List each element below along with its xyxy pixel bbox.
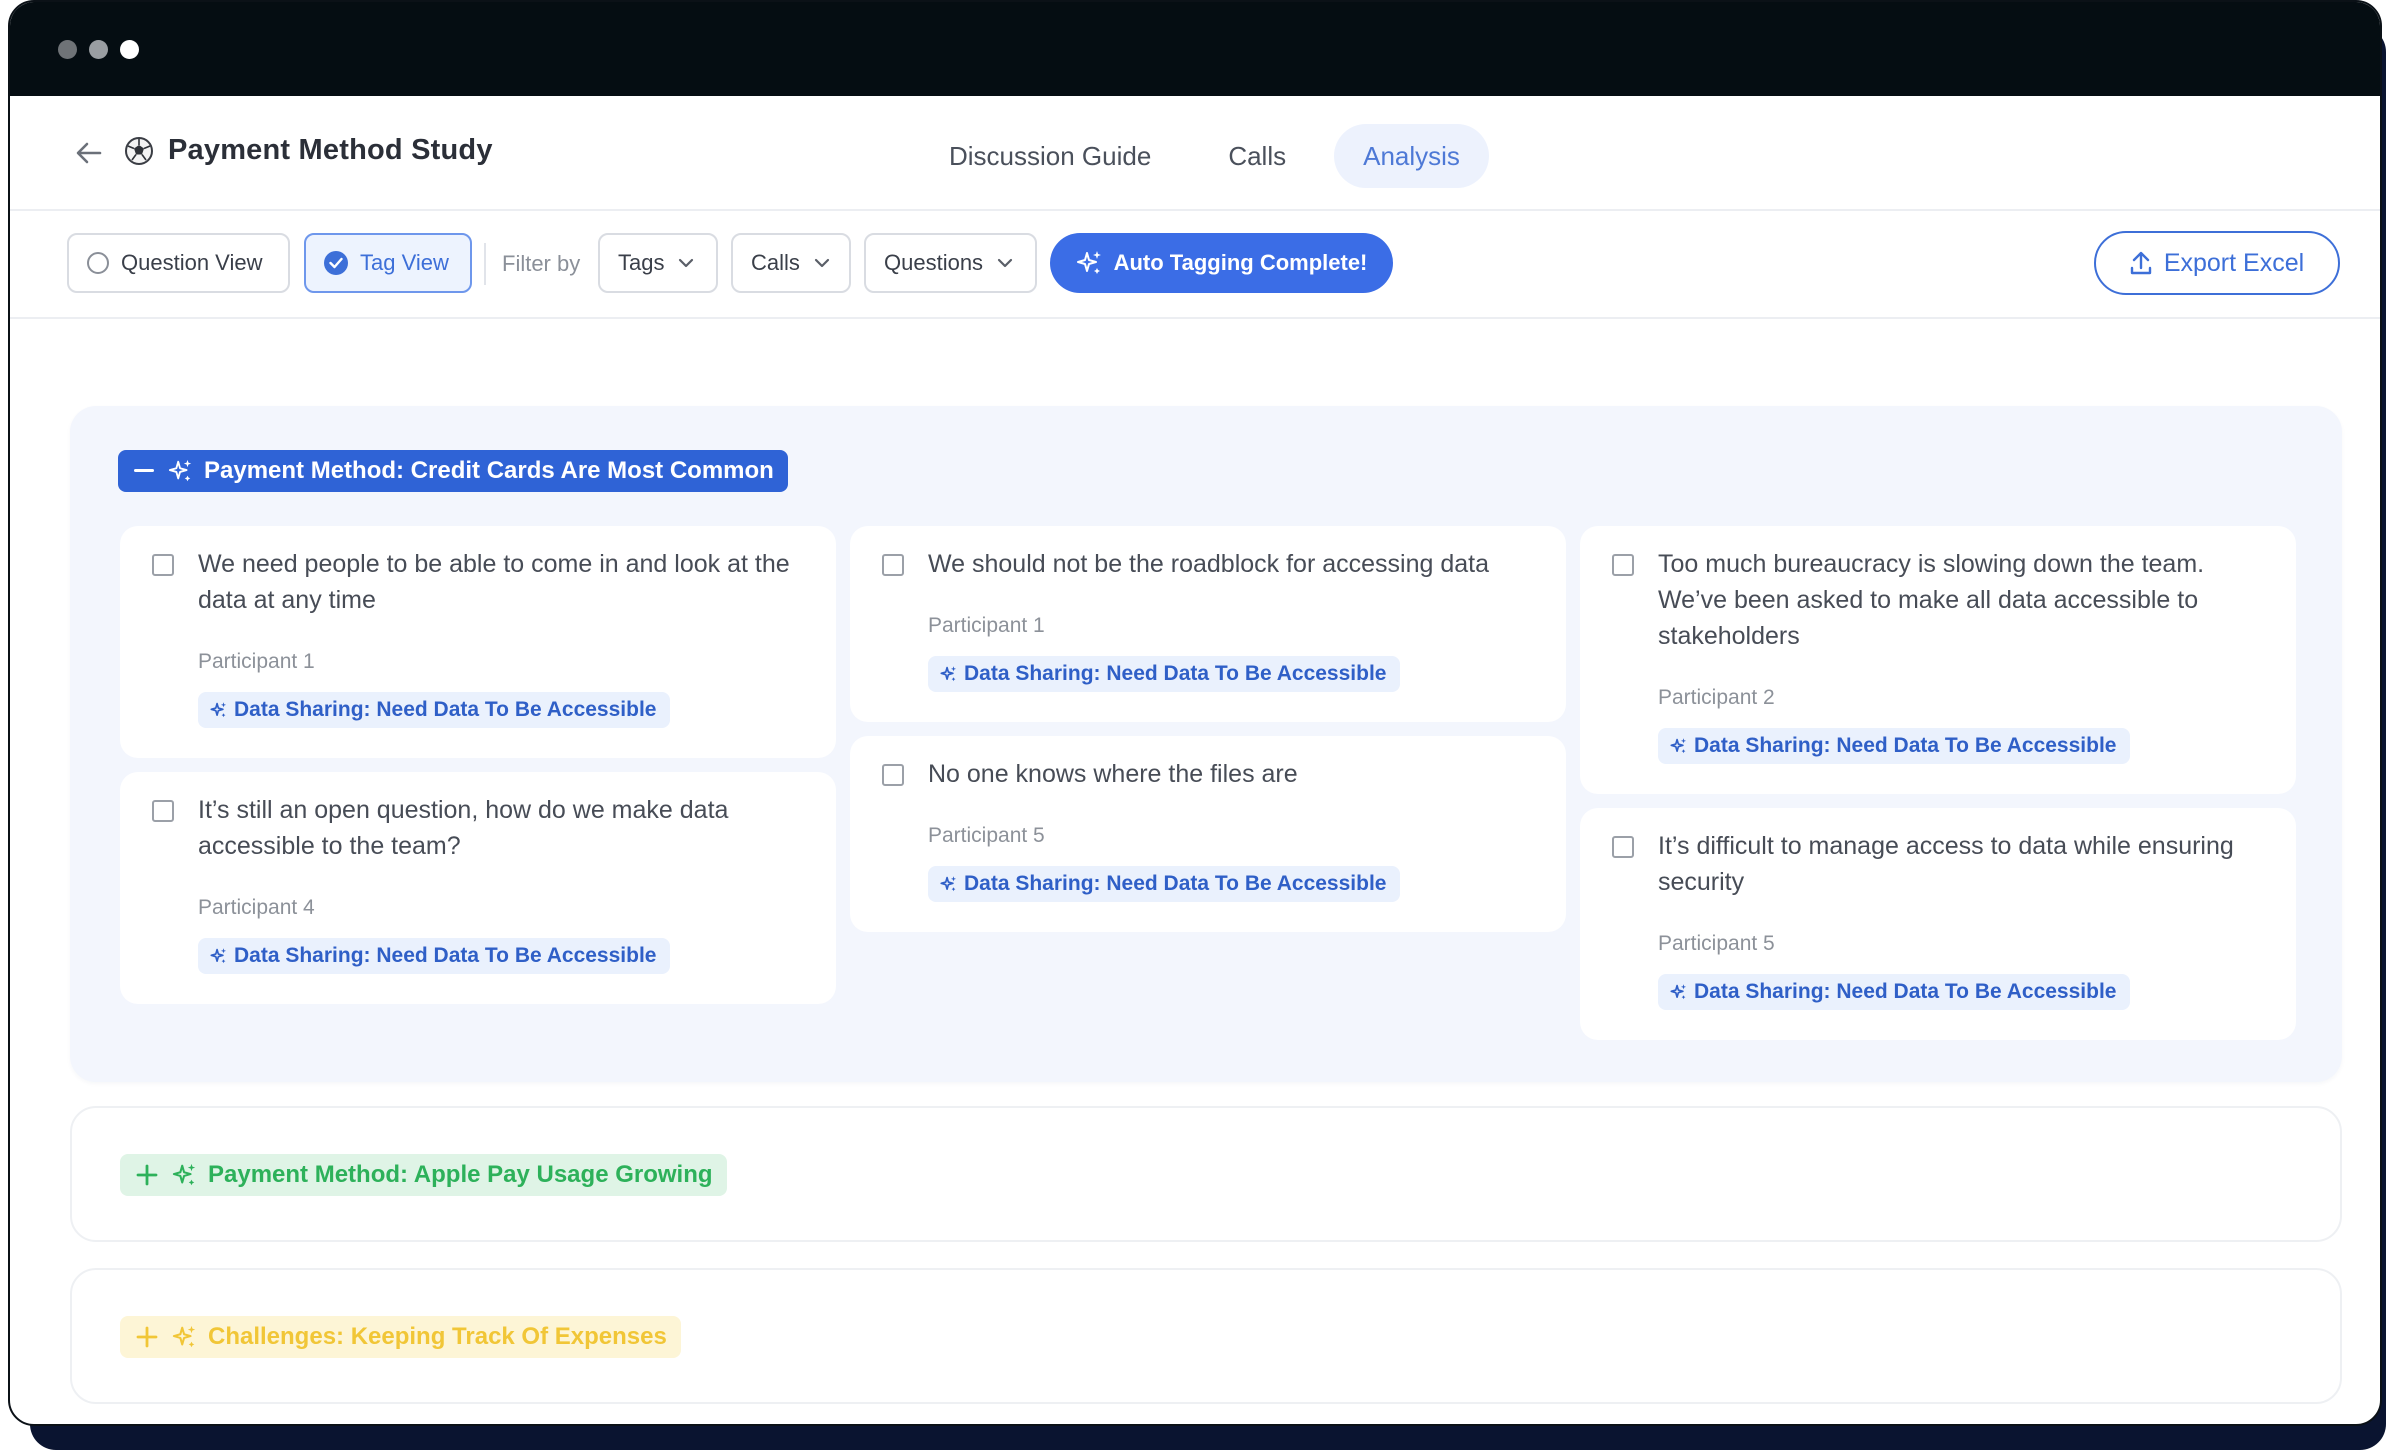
study-header: Payment Method Study Discussion Guide Ca… [10,96,2380,211]
select-checkbox[interactable] [1612,836,1634,858]
window-minimize-button[interactable] [89,40,108,59]
window-close-button[interactable] [58,40,77,59]
group-title: Payment Method: Apple Pay Usage Growing [208,1161,713,1188]
participant-label: Participant 1 [198,650,315,673]
auto-tagging-label: Auto Tagging Complete! [1113,250,1368,275]
export-excel-label: Export Excel [2163,248,2305,277]
tag-chip-label: Data Sharing: Need Data To Be Accessible [234,698,657,721]
participant-label: Participant 4 [198,896,315,919]
participant-label: Participant 5 [928,824,1045,847]
expand-icon [136,1326,158,1348]
tag-view-toggle[interactable]: Tag View [304,233,472,293]
tag-view-label: Tag View [360,250,449,275]
questions-filter-label: Questions [884,250,984,275]
toolbar-divider [484,243,486,285]
select-checkbox[interactable] [882,554,904,576]
window-maximize-button[interactable] [120,40,139,59]
calls-filter-label: Calls [751,250,800,275]
chevron-down-icon [679,258,694,268]
quote-text: We need people to be able to come in and… [198,550,790,614]
upload-icon [2130,251,2152,275]
expand-icon [136,1164,158,1186]
tag-chip[interactable]: Data Sharing: Need Data To Be Accessible [1658,974,2131,1010]
tag-group-apple-pay: Payment Method: Apple Pay Usage Growing [70,1106,2342,1242]
tag-chip[interactable]: Data Sharing: Need Data To Be Accessible [928,656,1401,692]
auto-tagging-button[interactable]: Auto Tagging Complete! [1050,233,1393,293]
app-window: Payment Method Study Discussion Guide Ca… [8,0,2382,1426]
question-view-toggle[interactable]: Question View [67,233,290,293]
quote-text: Too much bureaucracy is slowing down the… [1658,550,2205,650]
tag-chip[interactable]: Data Sharing: Need Data To Be Accessible [198,938,671,974]
group-tag-header[interactable]: Challenges: Keeping Track Of Expenses [120,1316,681,1358]
export-excel-button[interactable]: Export Excel [2094,231,2340,295]
toolbar: Question View Tag View Filter by Tags Ca… [10,211,2380,319]
sparkle-icon [1670,738,1687,754]
ball-icon [124,136,154,166]
filter-label: Filter by [502,251,581,276]
sparkle-icon [172,1162,198,1188]
tag-chip-label: Data Sharing: Need Data To Be Accessible [1694,980,2117,1003]
tag-group-expenses: Challenges: Keeping Track Of Expenses [70,1268,2342,1404]
back-button[interactable] [72,138,106,168]
sparkle-icon [172,1324,198,1350]
tag-chip-label: Data Sharing: Need Data To Be Accessible [1694,734,2117,757]
participant-label: Participant 5 [1658,932,1775,955]
radio-unchecked-icon [87,252,109,274]
tag-chip[interactable]: Data Sharing: Need Data To Be Accessible [198,692,671,728]
select-checkbox[interactable] [882,764,904,786]
tag-chip-label: Data Sharing: Need Data To Be Accessible [964,662,1387,685]
check-circle-icon [324,251,348,275]
tab-calls[interactable]: Calls [1199,124,1315,188]
group-title: Payment Method: Credit Cards Are Most Co… [204,457,774,484]
chevron-down-icon [997,258,1013,268]
quote-text: It’s difficult to manage access to data … [1658,832,2234,896]
tab-analysis[interactable]: Analysis [1334,124,1489,188]
group-title: Challenges: Keeping Track Of Expenses [208,1323,667,1350]
tab-discussion-guide[interactable]: Discussion Guide [920,124,1180,188]
collapse-icon [134,469,154,473]
sparkle-icon [210,702,227,718]
sparkle-icon [940,876,957,892]
quote-card: We should not be the roadblock for acces… [850,526,1566,722]
questions-filter-dropdown[interactable]: Questions [864,233,1037,293]
quote-text: No one knows where the files are [928,760,1298,788]
quote-text: We should not be the roadblock for acces… [928,550,1489,578]
select-checkbox[interactable] [152,800,174,822]
title-bar [10,2,2380,96]
page-title: Payment Method Study [168,134,493,166]
participant-label: Participant 1 [928,614,1045,637]
arrow-left-icon [76,142,102,164]
tags-filter-dropdown[interactable]: Tags [598,233,718,293]
participant-label: Participant 2 [1658,686,1775,709]
quote-card: It’s difficult to manage access to data … [1580,808,2296,1040]
group-tag-header[interactable]: Payment Method: Credit Cards Are Most Co… [118,450,788,492]
tag-chip-label: Data Sharing: Need Data To Be Accessible [234,944,657,967]
sparkle-icon [1076,251,1101,274]
chevron-down-icon [814,258,830,268]
sparkle-icon [1670,984,1687,1000]
sparkle-icon [940,666,957,682]
quote-text: It’s still an open question, how do we m… [198,796,729,860]
tags-filter-label: Tags [618,250,665,275]
quote-card: We need people to be able to come in and… [120,526,836,758]
select-checkbox[interactable] [1612,554,1634,576]
quote-card: No one knows where the files are Partici… [850,736,1566,932]
tag-chip[interactable]: Data Sharing: Need Data To Be Accessible [928,866,1401,902]
tab-bar: Discussion Guide Calls Analysis [920,124,1489,188]
question-view-label: Question View [121,250,263,275]
sparkle-icon [210,948,227,964]
tag-group-credit-cards: Payment Method: Credit Cards Are Most Co… [70,406,2342,1082]
quote-card: Too much bureaucracy is slowing down the… [1580,526,2296,794]
group-tag-header[interactable]: Payment Method: Apple Pay Usage Growing [120,1154,727,1196]
select-checkbox[interactable] [152,554,174,576]
calls-filter-dropdown[interactable]: Calls [731,233,851,293]
quote-card: It’s still an open question, how do we m… [120,772,836,1004]
sparkle-icon [168,458,194,484]
tag-chip[interactable]: Data Sharing: Need Data To Be Accessible [1658,728,2131,764]
tag-chip-label: Data Sharing: Need Data To Be Accessible [964,872,1387,895]
